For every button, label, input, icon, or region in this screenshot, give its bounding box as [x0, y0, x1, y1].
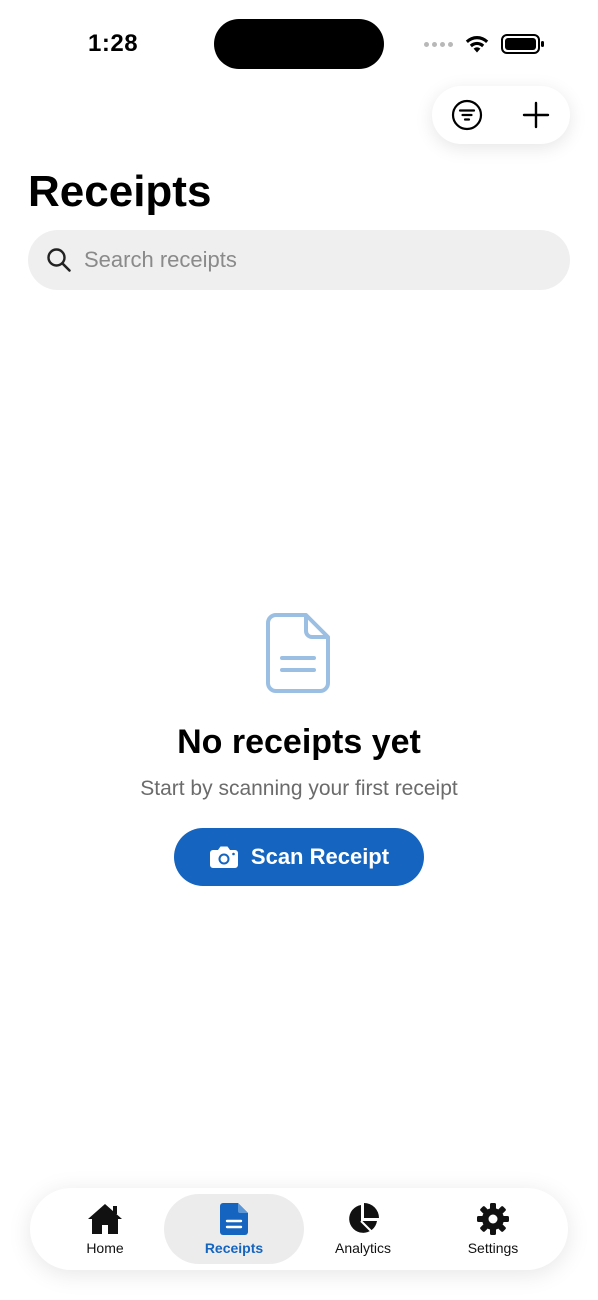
plus-icon	[522, 101, 549, 129]
tab-bar: Home Receipts Analytics Settings	[30, 1188, 568, 1270]
cellular-signal-icon	[424, 41, 453, 47]
wifi-icon	[465, 36, 489, 53]
add-receipt-button[interactable]	[511, 90, 561, 140]
status-bar: 1:28	[0, 0, 598, 90]
tab-analytics[interactable]: Analytics	[293, 1194, 433, 1264]
gear-icon	[477, 1203, 509, 1235]
status-indicators	[424, 30, 545, 58]
battery-icon	[501, 34, 544, 54]
filter-button[interactable]	[442, 90, 492, 140]
page-title: Receipts	[28, 167, 212, 216]
receipt-icon	[220, 1203, 248, 1235]
empty-state-title: No receipts yet	[177, 723, 421, 761]
search-input[interactable]	[82, 246, 546, 274]
tab-analytics-label: Analytics	[334, 1240, 392, 1256]
filter-icon	[451, 99, 482, 131]
tab-receipts[interactable]: Receipts	[164, 1194, 304, 1264]
camera-icon	[209, 846, 238, 868]
document-icon	[266, 613, 330, 693]
dynamic-island	[214, 19, 384, 69]
empty-state-subtitle: Start by scanning your first receipt	[140, 777, 458, 800]
tab-settings-label: Settings	[467, 1240, 519, 1256]
status-time: 1:28	[88, 30, 139, 57]
tab-settings[interactable]: Settings	[423, 1194, 563, 1264]
empty-state: No receipts yet Start by scanning your f…	[0, 612, 598, 802]
search-bar[interactable]	[28, 230, 570, 290]
tab-receipts-label: Receipts	[204, 1240, 264, 1256]
pie-chart-icon	[349, 1203, 379, 1233]
scan-receipt-label: Scan Receipt	[250, 844, 390, 869]
home-icon	[88, 1204, 122, 1234]
tab-home-label: Home	[86, 1240, 124, 1256]
scan-receipt-button[interactable]: Scan Receipt	[174, 828, 424, 886]
tab-home[interactable]: Home	[35, 1194, 175, 1264]
search-icon	[47, 248, 71, 272]
toolbar	[432, 86, 570, 144]
